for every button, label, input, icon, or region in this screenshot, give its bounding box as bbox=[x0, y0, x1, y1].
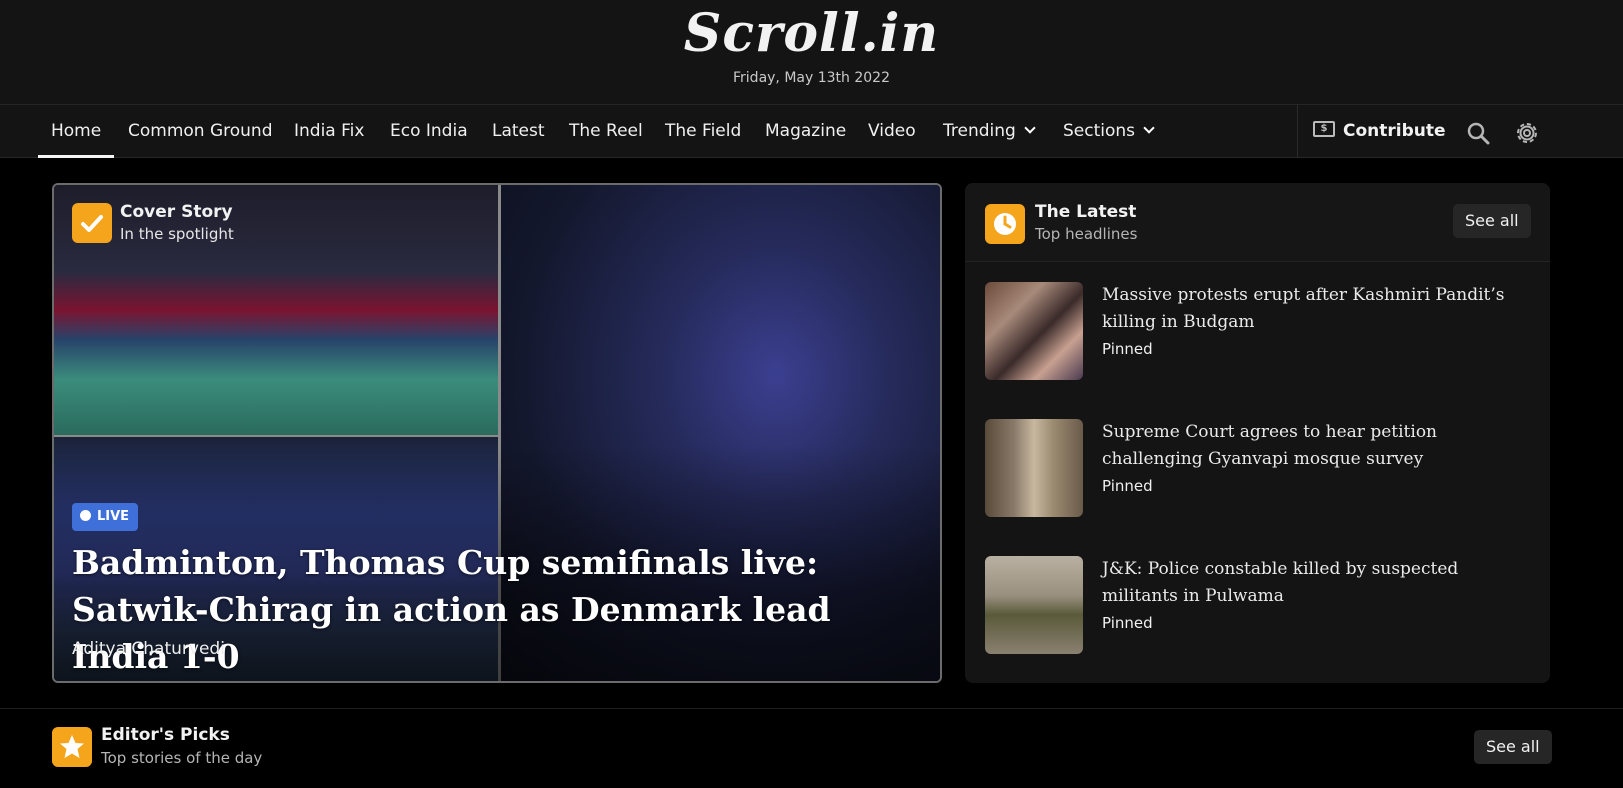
list-item[interactable]: Massive protests erupt after Kashmiri Pa… bbox=[985, 282, 1530, 380]
list-item[interactable]: J&K: Police constable killed by suspecte… bbox=[985, 556, 1530, 654]
pinned-tag: Pinned bbox=[1102, 614, 1153, 632]
editors-picks-see-all-button[interactable]: See all bbox=[1474, 730, 1552, 764]
header-date: Friday, May 13th 2022 bbox=[733, 70, 890, 86]
pinned-tag: Pinned bbox=[1102, 340, 1153, 358]
site-logo[interactable]: Scroll.in bbox=[0, 2, 1623, 66]
editors-picks-subtitle: Top stories of the day bbox=[101, 749, 263, 767]
news-thumbnail bbox=[985, 419, 1083, 517]
news-title[interactable]: J&K: Police constable killed by suspecte… bbox=[1102, 556, 1522, 610]
latest-subtitle: Top headlines bbox=[1035, 225, 1138, 243]
section-divider bbox=[0, 708, 1623, 709]
nav-divider bbox=[1297, 105, 1298, 158]
nav-video[interactable]: Video bbox=[868, 105, 916, 158]
chevron-down-icon bbox=[1024, 122, 1036, 134]
chevron-down-icon bbox=[1143, 122, 1155, 134]
nav-eco-india[interactable]: Eco India bbox=[390, 105, 468, 158]
nav-item-label: Video bbox=[868, 121, 916, 141]
cover-story-title: Cover Story bbox=[120, 202, 233, 222]
cover-story-card[interactable]: Cover Story In the spotlight LIVE Badmin… bbox=[52, 183, 942, 683]
site-header: Scroll.in Friday, May 13th 2022 bbox=[0, 0, 1623, 104]
gear-icon[interactable] bbox=[1514, 120, 1540, 146]
nav-item-label: Home bbox=[51, 121, 102, 141]
nav-india-fix[interactable]: India Fix bbox=[294, 105, 364, 158]
money-icon: $ bbox=[1313, 121, 1335, 137]
main-nav: Home Common Ground India Fix Eco India L… bbox=[0, 104, 1623, 158]
latest-panel: The Latest Top headlines See all Massive… bbox=[965, 183, 1550, 683]
news-title[interactable]: Supreme Court agrees to hear petition ch… bbox=[1102, 419, 1522, 473]
nav-item-label: The Field bbox=[665, 121, 742, 141]
nav-item-label: Trending bbox=[943, 121, 1016, 141]
news-thumbnail bbox=[985, 282, 1083, 380]
latest-see-all-button[interactable]: See all bbox=[1453, 204, 1531, 238]
news-thumbnail bbox=[985, 556, 1083, 654]
search-icon[interactable] bbox=[1466, 121, 1490, 145]
latest-title: The Latest bbox=[1035, 202, 1137, 222]
nav-the-reel[interactable]: The Reel bbox=[569, 105, 643, 158]
nav-the-field[interactable]: The Field bbox=[665, 105, 741, 158]
cover-story-subtitle: In the spotlight bbox=[120, 225, 234, 243]
nav-item-label: Common Ground bbox=[128, 121, 273, 141]
cover-photo-player bbox=[54, 185, 498, 435]
news-title[interactable]: Massive protests erupt after Kashmiri Pa… bbox=[1102, 282, 1522, 336]
star-icon bbox=[52, 727, 92, 767]
live-label: LIVE bbox=[97, 509, 130, 524]
nav-common-ground[interactable]: Common Ground bbox=[128, 105, 273, 158]
contribute-label: Contribute bbox=[1343, 121, 1446, 141]
live-badge: LIVE bbox=[72, 503, 139, 531]
nav-trending[interactable]: Trending bbox=[943, 105, 1036, 158]
nav-latest[interactable]: Latest bbox=[492, 105, 545, 158]
nav-item-label: Eco India bbox=[390, 121, 468, 141]
latest-header: The Latest Top headlines See all bbox=[965, 183, 1550, 262]
clock-icon bbox=[985, 204, 1025, 244]
nav-item-label: Sections bbox=[1063, 121, 1136, 141]
nav-item-label: The Reel bbox=[569, 121, 643, 141]
nav-item-label: Magazine bbox=[765, 121, 847, 141]
contribute-button[interactable]: $ Contribute bbox=[1313, 105, 1446, 158]
nav-item-label: India Fix bbox=[294, 121, 365, 141]
check-icon bbox=[72, 203, 112, 243]
nav-magazine[interactable]: Magazine bbox=[765, 105, 846, 158]
nav-sections[interactable]: Sections bbox=[1063, 105, 1155, 158]
cover-author[interactable]: Aditya Chaturvedi bbox=[72, 639, 225, 659]
nav-home[interactable]: Home bbox=[38, 105, 115, 158]
nav-item-label: Latest bbox=[492, 121, 545, 141]
live-dot-icon bbox=[80, 510, 91, 521]
pinned-tag: Pinned bbox=[1102, 477, 1153, 495]
editors-picks-title: Editor's Picks bbox=[101, 725, 230, 745]
photo-divider bbox=[54, 435, 498, 437]
list-item[interactable]: Supreme Court agrees to hear petition ch… bbox=[985, 419, 1530, 517]
